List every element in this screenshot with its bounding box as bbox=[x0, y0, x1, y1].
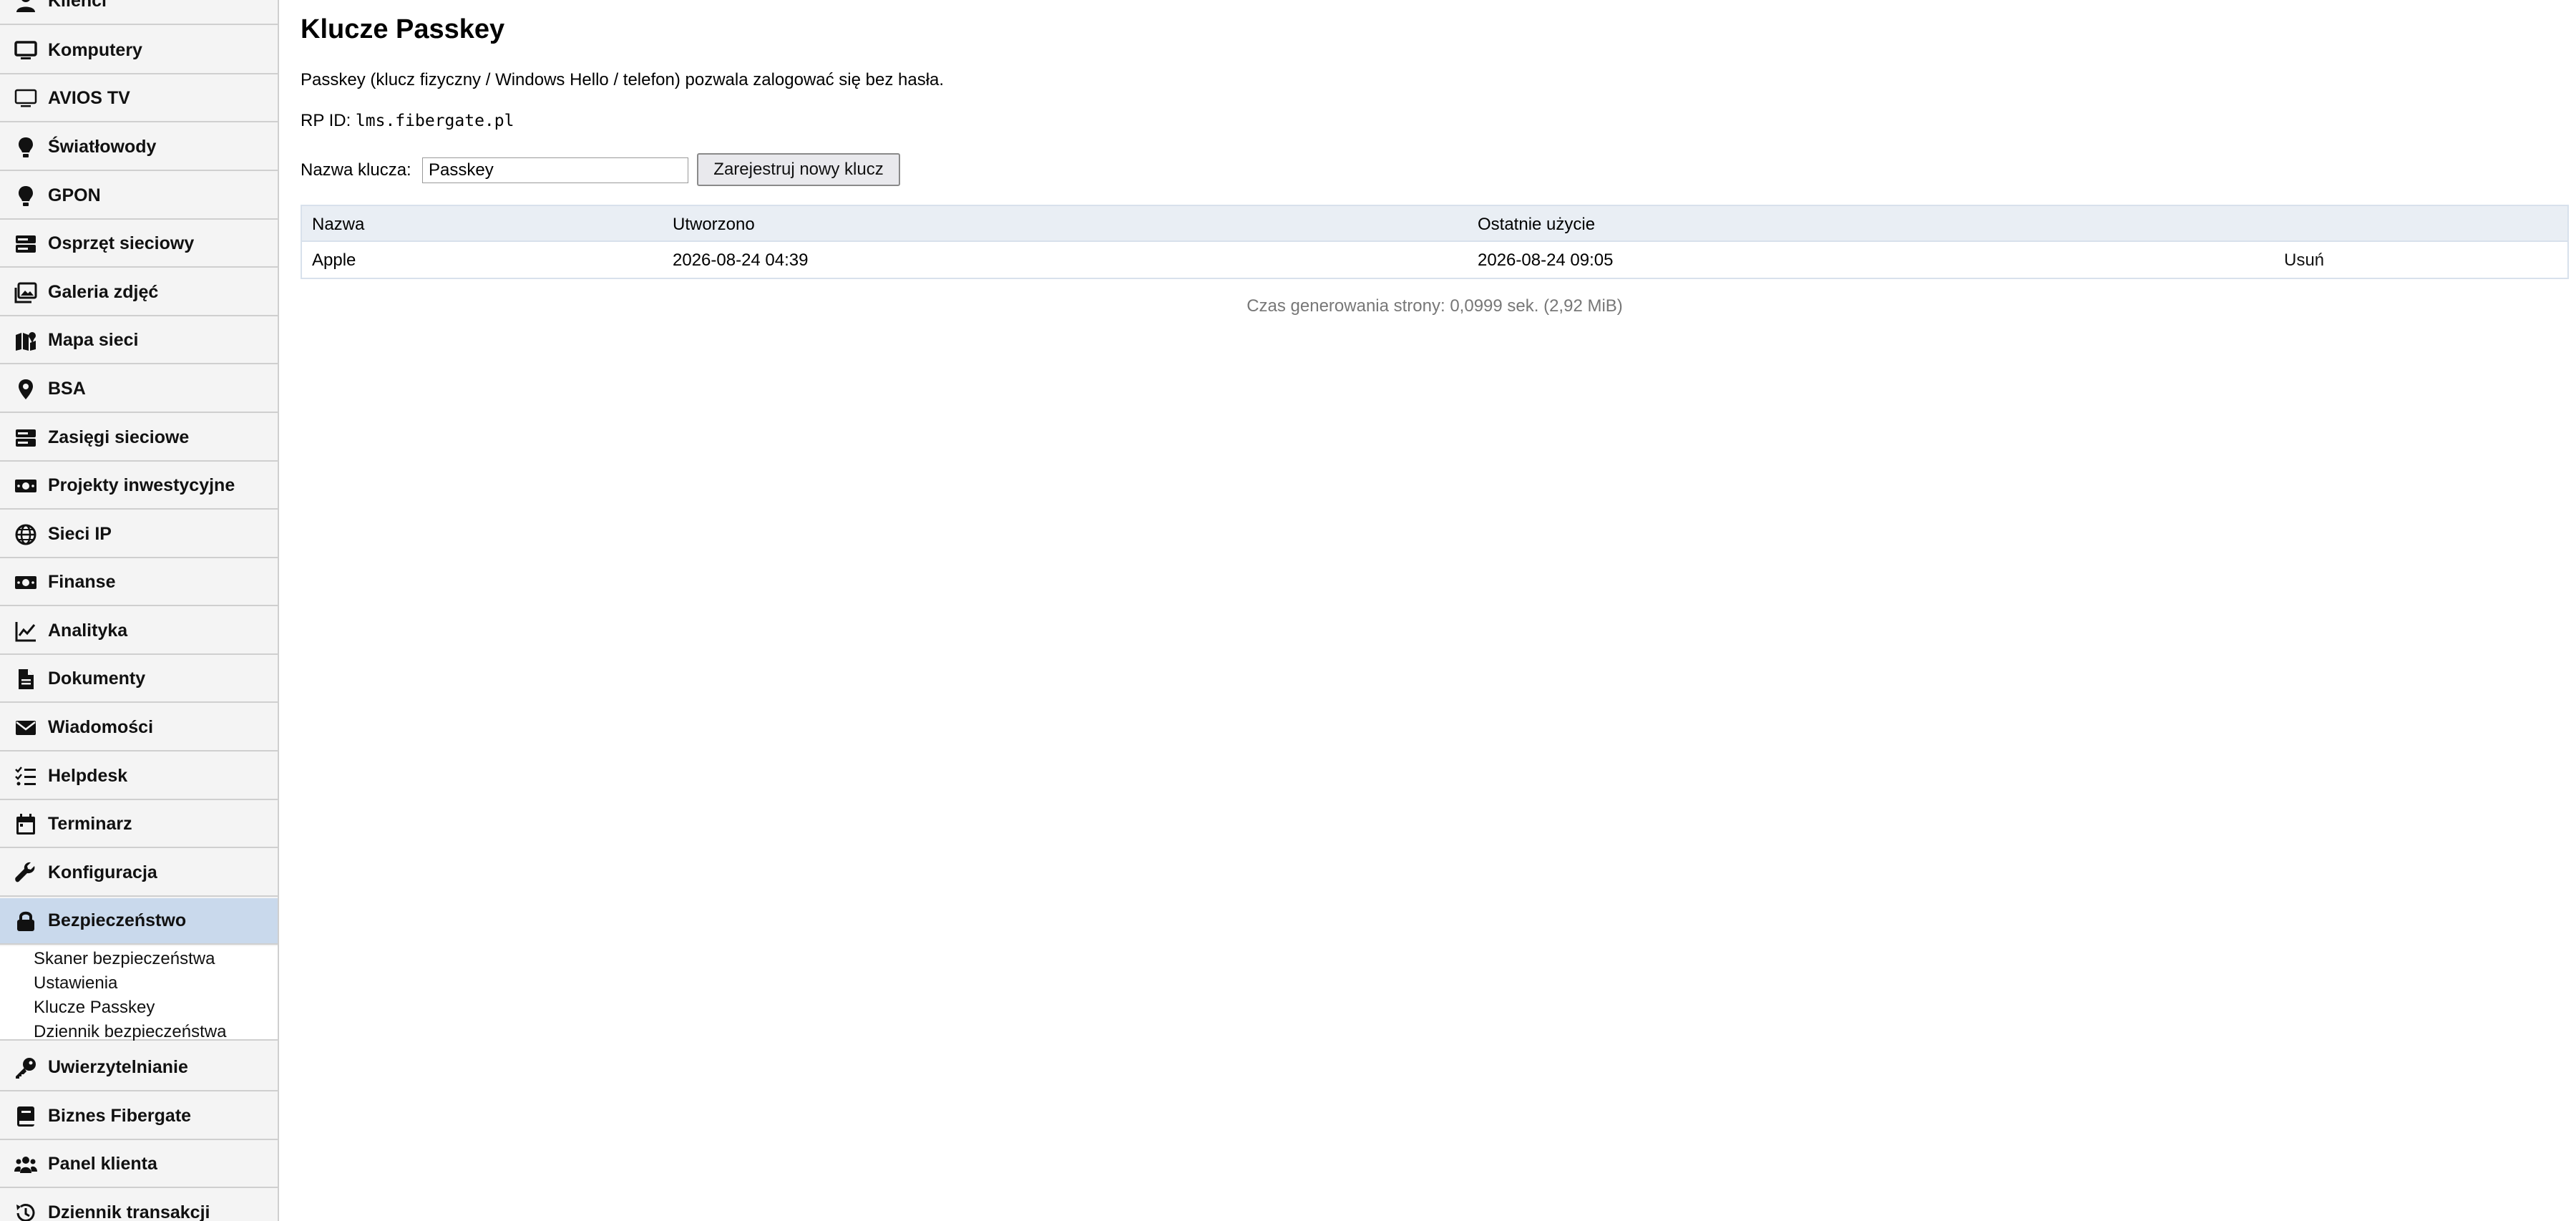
sidebar-item-galeria-zdjec[interactable]: Galeria zdjęć bbox=[0, 270, 278, 316]
sidebar-item-avios-tv[interactable]: AVIOS TV bbox=[0, 76, 278, 122]
column-header-created: Utworzono bbox=[673, 215, 755, 234]
sidebar-item-wiadomosci[interactable]: Wiadomości bbox=[0, 705, 278, 751]
sidebar-item-dokumenty[interactable]: Dokumenty bbox=[0, 656, 278, 703]
sidebar-item-gpon[interactable]: GPON bbox=[0, 173, 278, 220]
key-last-used-cell: 2026-08-24 09:05 bbox=[1478, 250, 1614, 270]
sidebar-item-projekty-inwestycyjne[interactable]: Projekty inwestycyjne bbox=[0, 463, 278, 510]
sidebar-item-panel-klienta[interactable]: Panel klienta bbox=[0, 1142, 278, 1188]
envelope-icon bbox=[13, 715, 39, 741]
money-icon bbox=[13, 570, 39, 595]
lightbulb-icon bbox=[13, 183, 39, 209]
security-submenu: Skaner bezpieczeństwa Ustawienia Klucze … bbox=[0, 946, 278, 1041]
table-row: Apple 2026-08-24 04:39 2026-08-24 09:05 … bbox=[302, 242, 2567, 278]
calendar-icon bbox=[13, 812, 39, 837]
rp-id-label: RP ID: bbox=[301, 111, 351, 130]
sidebar-item-label: Analityka bbox=[48, 621, 128, 641]
sidebar-item-label: Galeria zdjęć bbox=[48, 282, 159, 302]
sidebar-item-label: Finanse bbox=[48, 572, 116, 592]
page-generation-time: Czas generowania strony: 0,0999 sek. (2,… bbox=[1246, 296, 1623, 316]
sidebar-item-label: Klienci bbox=[48, 0, 107, 11]
sidebar-item-finanse[interactable]: Finanse bbox=[0, 560, 278, 606]
table-header: Nazwa Utworzono Ostatnie użycie bbox=[302, 206, 2567, 242]
sidebar-item-label: Panel klienta bbox=[48, 1154, 157, 1174]
sidebar-item-konfiguracja[interactable]: Konfiguracja bbox=[0, 850, 278, 897]
wrench-icon bbox=[13, 860, 39, 886]
sidebar-item-label: BSA bbox=[48, 379, 86, 399]
sidebar-item-dziennik-transakcji[interactable]: Dziennik transakcji bbox=[0, 1190, 278, 1221]
sidebar-item-label: Bezpieczeństwo bbox=[48, 910, 187, 930]
key-icon bbox=[13, 1055, 39, 1081]
sidebar-item-osprzet-sieciowy[interactable]: Osprzęt sieciowy bbox=[0, 221, 278, 268]
sidebar-item-label: Terminarz bbox=[48, 814, 132, 834]
key-name-label: Nazwa klucza: bbox=[301, 160, 411, 180]
book-icon bbox=[13, 1104, 39, 1129]
passkey-description: Passkey (klucz fizyczny / Windows Hello … bbox=[301, 70, 945, 89]
page-title: Klucze Passkey bbox=[301, 14, 505, 44]
sidebar-item-label: AVIOS TV bbox=[48, 88, 130, 108]
key-name-input[interactable] bbox=[422, 157, 688, 183]
sidebar-item-label: Osprzęt sieciowy bbox=[48, 233, 195, 253]
sidebar-item-komputery[interactable]: Komputery bbox=[0, 28, 278, 74]
chart-line-icon bbox=[13, 618, 39, 644]
lightbulb-icon bbox=[13, 135, 39, 160]
map-icon bbox=[13, 328, 39, 354]
sidebar-item-label: Mapa sieci bbox=[48, 330, 139, 350]
sidebar-item-bezpieczenstwo[interactable]: Bezpieczeństwo bbox=[0, 898, 278, 945]
sidebar-item-label: Dziennik transakcji bbox=[48, 1202, 210, 1221]
sidebar-item-sieci-ip[interactable]: Sieci IP bbox=[0, 512, 278, 558]
sidebar-item-mapa-sieci[interactable]: Mapa sieci bbox=[0, 318, 278, 364]
column-header-last-used: Ostatnie użycie bbox=[1478, 215, 1596, 234]
rp-id-row: RP ID: lms.fibergate.pl bbox=[301, 111, 514, 131]
images-icon bbox=[13, 280, 39, 306]
sidebar-item-label: Zasięgi sieciowe bbox=[48, 427, 190, 447]
sidebar-item-uwierzytelnianie[interactable]: Uwierzytelnianie bbox=[0, 1045, 278, 1091]
key-created-cell: 2026-08-24 04:39 bbox=[673, 250, 809, 270]
sidebar-item-klienci[interactable]: Klienci bbox=[0, 0, 278, 25]
sidebar-item-label: Wiadomości bbox=[48, 717, 154, 737]
sidebar-item-analityka[interactable]: Analityka bbox=[0, 608, 278, 655]
main-content: Klucze Passkey Passkey (klucz fizyczny /… bbox=[301, 0, 2569, 1221]
list-check-icon bbox=[13, 764, 39, 789]
submenu-item-security-scanner[interactable]: Skaner bezpieczeństwa bbox=[34, 949, 215, 969]
key-name-cell: Apple bbox=[312, 250, 356, 270]
sidebar-item-terminarz[interactable]: Terminarz bbox=[0, 802, 278, 848]
user-icon bbox=[13, 0, 39, 14]
submenu-item-passkeys[interactable]: Klucze Passkey bbox=[34, 998, 155, 1018]
sidebar-item-label: Komputery bbox=[48, 40, 142, 60]
users-icon bbox=[13, 1152, 39, 1177]
sidebar-item-label: Uwierzytelnianie bbox=[48, 1057, 188, 1077]
server-icon bbox=[13, 231, 39, 257]
sidebar-item-label: Konfiguracja bbox=[48, 862, 157, 882]
file-icon bbox=[13, 666, 39, 692]
delete-key-link[interactable]: Usuń bbox=[2284, 250, 2324, 271]
lock-icon bbox=[13, 908, 39, 934]
tv-icon bbox=[13, 86, 39, 112]
column-header-name: Nazwa bbox=[312, 215, 365, 234]
submenu-item-security-log[interactable]: Dziennik bezpieczeństwa bbox=[34, 1022, 226, 1042]
sidebar-item-swiatlowody[interactable]: Światłowody bbox=[0, 125, 278, 171]
sidebar-item-label: GPON bbox=[48, 185, 101, 205]
sidebar-item-label: Projekty inwestycyjne bbox=[48, 475, 235, 495]
server-icon bbox=[13, 425, 39, 451]
submenu-item-settings[interactable]: Ustawienia bbox=[34, 973, 117, 993]
history-icon bbox=[13, 1200, 39, 1221]
register-form: Nazwa klucza: Zarejestruj nowy klucz bbox=[301, 153, 1016, 189]
sidebar-item-helpdesk[interactable]: Helpdesk bbox=[0, 754, 278, 800]
monitor-icon bbox=[13, 38, 39, 64]
sidebar-item-zasiegi-sieciowe[interactable]: Zasięgi sieciowe bbox=[0, 415, 278, 462]
sidebar: Klienci Komputery AVIOS TV Światłowody G… bbox=[0, 0, 279, 1221]
globe-icon bbox=[13, 522, 39, 548]
money-icon bbox=[13, 473, 39, 499]
sidebar-item-label: Biznes Fibergate bbox=[48, 1106, 192, 1126]
sidebar-item-label: Dokumenty bbox=[48, 668, 146, 689]
sidebar-item-label: Sieci IP bbox=[48, 524, 112, 544]
rp-id-value: lms.fibergate.pl bbox=[355, 112, 514, 130]
register-key-button[interactable]: Zarejestruj nowy klucz bbox=[697, 153, 900, 186]
passkeys-table: Nazwa Utworzono Ostatnie użycie Apple 20… bbox=[301, 205, 2569, 279]
map-marker-icon bbox=[13, 376, 39, 402]
sidebar-item-label: Światłowody bbox=[48, 137, 157, 157]
sidebar-item-bsa[interactable]: BSA bbox=[0, 366, 278, 413]
sidebar-item-biznes-fibergate[interactable]: Biznes Fibergate bbox=[0, 1094, 278, 1140]
sidebar-item-label: Helpdesk bbox=[48, 766, 128, 786]
